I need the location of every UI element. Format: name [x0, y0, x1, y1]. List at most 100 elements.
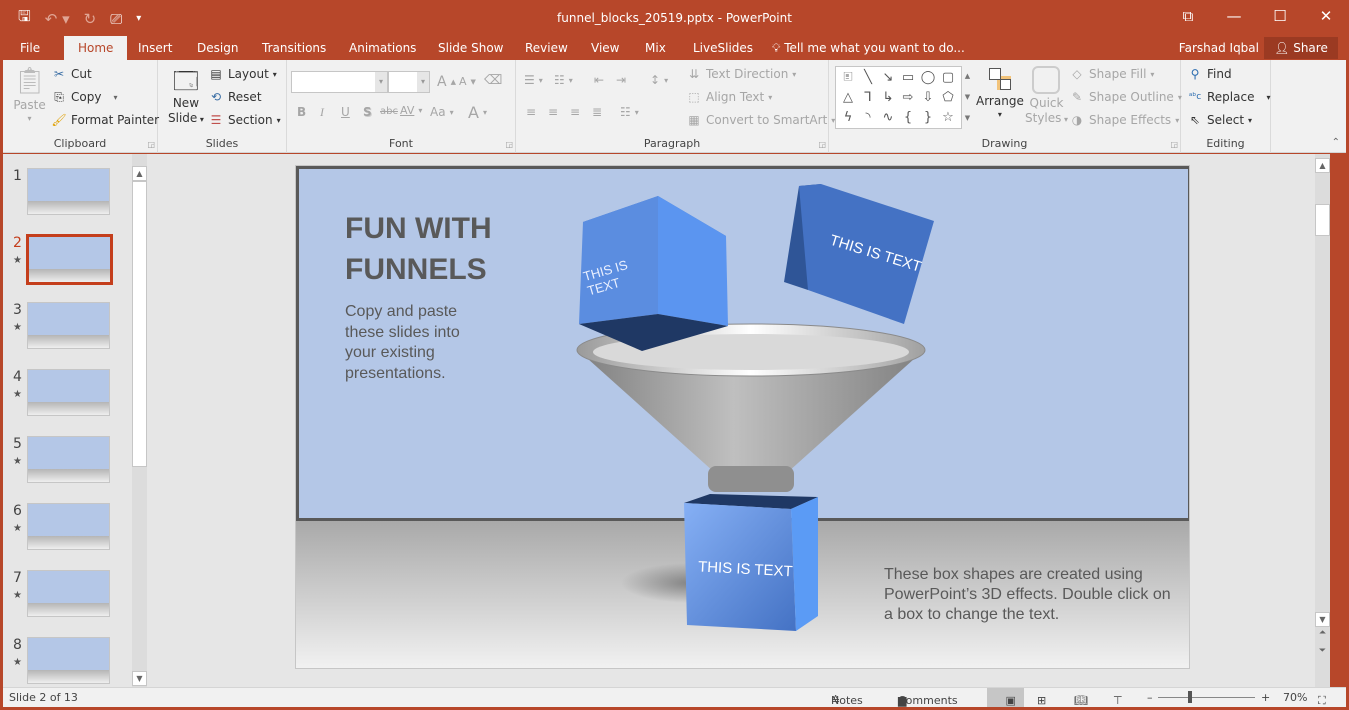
shape-option[interactable]: ⬠: [938, 88, 958, 108]
thumbnails-scrollbar[interactable]: ▲ ▼: [132, 154, 147, 687]
normal-view-button[interactable]: ▣: [987, 688, 1024, 707]
shape-option[interactable]: ⇩: [918, 88, 938, 108]
scroll-thumb[interactable]: [132, 181, 147, 467]
align-center-button[interactable]: ≡: [548, 105, 558, 119]
character-spacing-button[interactable]: AV ▾: [400, 104, 422, 117]
copy-button[interactable]: ⎘ Copy ▾: [51, 90, 117, 104]
reset-button[interactable]: ⟲ Reset: [208, 90, 262, 104]
shapes-gallery-scroll[interactable]: ▲ ▼ ▼: [961, 66, 973, 129]
columns-button[interactable]: ☷ ▾: [620, 105, 639, 119]
shape-option[interactable]: ▭: [898, 68, 918, 88]
shape-option[interactable]: ↳: [878, 88, 898, 108]
tab-liveslides[interactable]: LiveSlides: [683, 36, 763, 60]
slide-thumbnail[interactable]: [27, 436, 110, 483]
align-left-button[interactable]: ≡: [526, 105, 536, 119]
shape-option[interactable]: ▢: [938, 68, 958, 88]
tell-me-search[interactable]: 💡︎ Tell me what you want to do...: [772, 36, 965, 60]
shape-option[interactable]: ◯: [918, 68, 938, 88]
scroll-up-button[interactable]: ▲: [1315, 158, 1330, 173]
shape-option[interactable]: ϟ: [838, 108, 858, 128]
shape-option[interactable]: 🗉: [838, 68, 858, 88]
find-button[interactable]: ⚲ Find: [1187, 67, 1232, 81]
tab-home[interactable]: Home: [64, 36, 128, 60]
shape-fill-button[interactable]: ◇ Shape Fill ▾: [1069, 67, 1154, 81]
align-text-button[interactable]: ⬚ Align Text ▾: [686, 90, 772, 104]
slide-footer-text[interactable]: These box shapes are created using Power…: [884, 565, 1174, 625]
slide-thumbnail[interactable]: [27, 570, 110, 617]
format-painter-button[interactable]: 🖌︎ Format Painter: [51, 113, 159, 127]
shape-option[interactable]: }: [918, 108, 938, 128]
tab-file[interactable]: File: [10, 36, 50, 60]
close-button[interactable]: ✕: [1303, 0, 1349, 32]
shape-option[interactable]: ↘: [878, 68, 898, 88]
new-slide-button[interactable]: 🗔︎ New Slide ▾: [168, 66, 204, 127]
shape-outline-button[interactable]: ✎ Shape Outline ▾: [1069, 90, 1182, 104]
slide-thumbnail[interactable]: [27, 369, 110, 416]
zoom-slider[interactable]: [1158, 697, 1255, 698]
section-button[interactable]: ☰ Section ▾: [208, 113, 281, 127]
slide-thumbnail[interactable]: [27, 503, 110, 550]
slide-thumbnail[interactable]: [27, 637, 110, 684]
underline-button[interactable]: U: [341, 105, 350, 119]
shape-effects-button[interactable]: ◑ Shape Effects ▾: [1069, 113, 1179, 127]
line-spacing-button[interactable]: ↕ ▾: [650, 73, 668, 87]
zoom-out-button[interactable]: –: [1147, 691, 1153, 704]
clear-formatting-button[interactable]: ⌫: [484, 73, 502, 88]
change-case-button[interactable]: Aa ▾: [430, 105, 454, 119]
chevron-down-icon[interactable]: ▾: [417, 72, 429, 92]
shape-option[interactable]: {: [898, 108, 918, 128]
slide-thumbnail[interactable]: [27, 302, 110, 349]
align-right-button[interactable]: ≡: [570, 105, 580, 119]
tab-review[interactable]: Review: [515, 36, 578, 60]
select-button[interactable]: ⇖ Select ▾: [1187, 113, 1252, 127]
text-shadow-button[interactable]: S: [363, 105, 372, 119]
grow-font-button[interactable]: A ▲: [437, 74, 456, 90]
scroll-down-button[interactable]: ▼: [1315, 612, 1330, 627]
dialog-launcher-icon[interactable]: ◲: [1170, 140, 1178, 149]
decrease-indent-button[interactable]: ⇤: [594, 73, 604, 87]
shape-option[interactable]: ⇨: [898, 88, 918, 108]
share-button[interactable]: 👤︎ Share: [1264, 37, 1338, 59]
tab-mix[interactable]: Mix: [635, 36, 676, 60]
previous-slide-button[interactable]: ⏶: [1315, 628, 1330, 638]
minimize-button[interactable]: —: [1211, 0, 1257, 32]
dialog-launcher-icon[interactable]: ◲: [505, 140, 513, 149]
scroll-up-button[interactable]: ▲: [132, 166, 147, 181]
font-size-combo[interactable]: ▾: [388, 71, 430, 93]
tab-insert[interactable]: Insert: [128, 36, 182, 60]
slide-thumbnail[interactable]: [27, 168, 110, 215]
shape-option[interactable]: ╲: [858, 68, 878, 88]
canvas-scrollbar[interactable]: ▲ ▼ ⏶ ⏷: [1315, 154, 1330, 687]
arrange-button[interactable]: Arrange ▾: [976, 66, 1024, 119]
shrink-font-button[interactable]: A ▼: [459, 75, 476, 88]
dialog-launcher-icon[interactable]: ◲: [818, 140, 826, 149]
tab-transitions[interactable]: Transitions: [252, 36, 336, 60]
replace-button[interactable]: ᵃᵇc Replace ▾: [1187, 90, 1271, 104]
maximize-button[interactable]: ☐: [1257, 0, 1303, 32]
collapse-ribbon-icon[interactable]: ⌃: [1332, 137, 1340, 148]
layout-button[interactable]: ▤ Layout ▾: [208, 67, 276, 81]
italic-button[interactable]: I: [320, 105, 324, 120]
user-name[interactable]: Farshad Iqbal: [1179, 36, 1259, 60]
increase-indent-button[interactable]: ⇥: [616, 73, 626, 87]
shape-option[interactable]: ∿: [878, 108, 898, 128]
tab-animations[interactable]: Animations: [339, 36, 426, 60]
shape-option[interactable]: ⅂: [858, 88, 878, 108]
convert-smartart-button[interactable]: ▦ Convert to SmartArt ▾: [686, 113, 835, 127]
shape-option[interactable]: ☆: [938, 108, 958, 128]
ribbon-display-options-button[interactable]: ⧉: [1165, 0, 1211, 32]
chevron-down-icon[interactable]: ▾: [375, 72, 387, 92]
paste-button[interactable]: 📋︎ Paste ▾: [13, 66, 46, 123]
zoom-slider-thumb[interactable]: [1188, 691, 1193, 703]
scroll-thumb[interactable]: [1315, 204, 1330, 236]
slide-thumbnail[interactable]: [26, 234, 113, 285]
text-direction-button[interactable]: ⇊ Text Direction ▾: [686, 67, 796, 81]
justify-button[interactable]: ≣: [592, 105, 602, 119]
tab-slide-show[interactable]: Slide Show: [428, 36, 513, 60]
shapes-gallery[interactable]: 🗉 ╲ ↘ ▭ ◯ ▢ △ ⅂ ↳ ⇨ ⇩ ⬠ ϟ ◝ ∿{} ☆: [835, 66, 973, 129]
slide[interactable]: FUN WITH FUNNELS Copy and paste these sl…: [295, 165, 1190, 669]
shape-option[interactable]: △: [838, 88, 858, 108]
font-color-button[interactable]: A ▾: [468, 103, 487, 122]
numbering-button[interactable]: ☷ ▾: [554, 73, 573, 87]
font-name-combo[interactable]: ▾: [291, 71, 388, 93]
